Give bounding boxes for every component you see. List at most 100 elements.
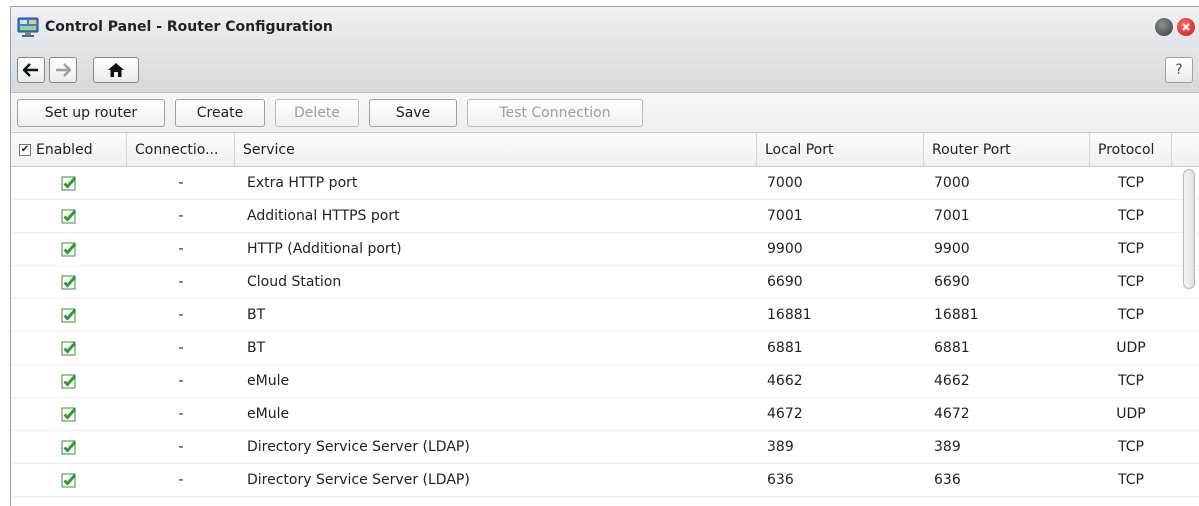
connection-cell: - — [178, 241, 184, 257]
check-icon — [61, 373, 77, 389]
check-icon — [61, 208, 77, 224]
column-header-filler — [1172, 133, 1199, 166]
check-icon — [61, 439, 77, 455]
local-port-cell: 636 — [767, 472, 794, 488]
column-header-enabled[interactable]: ✔ Enabled — [11, 133, 127, 166]
local-port-cell: 389 — [767, 439, 794, 455]
setup-router-button[interactable]: Set up router — [17, 98, 165, 127]
table-row[interactable]: - eMule 4672 4672 UDP — [11, 398, 1199, 431]
service-cell: HTTP (Additional port) — [247, 241, 402, 257]
enabled-checkbox[interactable] — [11, 266, 127, 298]
table-row[interactable]: - BT 16881 16881 TCP — [11, 299, 1199, 332]
connection-cell: - — [178, 472, 184, 488]
table-row[interactable]: - Extra HTTP port 7000 7000 TCP — [11, 167, 1199, 200]
enabled-checkbox[interactable] — [11, 167, 127, 199]
home-icon — [108, 62, 124, 77]
protocol-cell: TCP — [1118, 175, 1144, 191]
column-header-local-port[interactable]: Local Port — [757, 133, 924, 166]
back-button[interactable] — [17, 56, 45, 83]
close-icon[interactable] — [1177, 18, 1195, 36]
window-controls — [1155, 18, 1199, 36]
router-port-cell: 9900 — [934, 241, 970, 257]
connection-cell: - — [178, 373, 184, 389]
table-row[interactable]: - HTTP (Additional port) 9900 9900 TCP — [11, 233, 1199, 266]
service-cell: BT — [247, 340, 266, 356]
enabled-checkbox[interactable] — [11, 398, 127, 430]
select-all-checkbox[interactable]: ✔ — [19, 143, 31, 156]
router-port-cell: 16881 — [934, 307, 979, 323]
save-button[interactable]: Save — [369, 98, 457, 127]
connection-cell: - — [178, 274, 184, 290]
arrow-left-icon — [23, 62, 38, 77]
table-row[interactable]: - Directory Service Server (LDAP) 636 636 TC… — [11, 464, 1199, 497]
forward-button[interactable] — [49, 56, 77, 83]
service-cell: Extra HTTP port — [247, 175, 358, 191]
router-port-cell: 636 — [934, 472, 961, 488]
table-body: - Extra HTTP port 7000 7000 TCP - Additional H… — [11, 167, 1199, 506]
protocol-cell: TCP — [1118, 472, 1144, 488]
column-header-connection[interactable]: Connectio... — [127, 133, 235, 166]
enabled-checkbox[interactable] — [11, 299, 127, 331]
router-port-cell: 7000 — [934, 175, 970, 191]
check-icon — [61, 307, 77, 323]
toolbar: Set up router Create Delete Save Test Co… — [11, 93, 1199, 133]
protocol-cell: TCP — [1118, 439, 1144, 455]
enabled-checkbox[interactable] — [11, 431, 127, 463]
check-icon — [61, 274, 77, 290]
check-icon — [61, 340, 77, 356]
router-port-cell: 4662 — [934, 373, 970, 389]
table-row[interactable]: - eMule 4662 4662 TCP — [11, 365, 1199, 398]
table-row[interactable]: - Cloud Station 6690 6690 TCP — [11, 266, 1199, 299]
table-header: ✔ Enabled Connectio... Service Local Por… — [11, 133, 1199, 167]
local-port-cell: 7001 — [767, 208, 803, 224]
protocol-cell: TCP — [1118, 208, 1144, 224]
arrow-right-icon — [56, 62, 71, 77]
router-port-cell: 4672 — [934, 406, 970, 422]
protocol-cell: TCP — [1118, 241, 1144, 257]
protocol-cell: UDP — [1116, 340, 1146, 356]
column-header-router-port[interactable]: Router Port — [924, 133, 1090, 166]
local-port-cell: 7000 — [767, 175, 803, 191]
connection-cell: - — [178, 175, 184, 191]
connection-cell: - — [178, 340, 184, 356]
service-cell: eMule — [247, 406, 290, 422]
test-connection-button[interactable]: Test Connection — [467, 98, 643, 127]
service-cell: BT — [247, 307, 266, 323]
protocol-cell: TCP — [1118, 274, 1144, 290]
table-row[interactable]: - Directory Service Server (LDAP) 389 389 TC… — [11, 431, 1199, 464]
navigation-bar: ? — [11, 47, 1199, 93]
protocol-cell: UDP — [1116, 406, 1146, 422]
router-port-cell: 7001 — [934, 208, 970, 224]
vertical-scrollbar[interactable] — [1183, 169, 1195, 289]
table-row[interactable]: - BT 6881 6881 UDP — [11, 332, 1199, 365]
connection-cell: - — [178, 406, 184, 422]
enabled-checkbox[interactable] — [11, 200, 127, 232]
local-port-cell: 6881 — [767, 340, 803, 356]
protocol-cell: TCP — [1118, 373, 1144, 389]
column-header-service[interactable]: Service — [235, 133, 757, 166]
help-button[interactable]: ? — [1165, 56, 1193, 83]
connection-cell: - — [178, 307, 184, 323]
check-icon — [61, 406, 77, 422]
router-port-cell: 6881 — [934, 340, 970, 356]
protocol-cell: TCP — [1118, 307, 1144, 323]
column-header-protocol[interactable]: Protocol — [1090, 133, 1172, 166]
service-cell: eMule — [247, 373, 290, 389]
service-cell: Cloud Station — [247, 274, 342, 290]
local-port-cell: 4662 — [767, 373, 803, 389]
local-port-cell: 4672 — [767, 406, 803, 422]
enabled-checkbox[interactable] — [11, 464, 127, 496]
create-button[interactable]: Create — [175, 98, 265, 127]
delete-button[interactable]: Delete — [275, 98, 359, 127]
table-row[interactable]: - Additional HTTPS port 7001 7001 TCP — [11, 200, 1199, 233]
home-button[interactable] — [93, 56, 139, 83]
connection-cell: - — [178, 208, 184, 224]
enabled-checkbox[interactable] — [11, 233, 127, 265]
minimize-icon[interactable] — [1155, 18, 1173, 36]
enabled-checkbox[interactable] — [11, 332, 127, 364]
service-cell: Directory Service Server (LDAP) — [247, 439, 470, 455]
enabled-checkbox[interactable] — [11, 365, 127, 397]
service-cell: Directory Service Server (LDAP) — [247, 472, 470, 488]
local-port-cell: 9900 — [767, 241, 803, 257]
title-bar: Control Panel - Router Configuration — [11, 7, 1199, 47]
